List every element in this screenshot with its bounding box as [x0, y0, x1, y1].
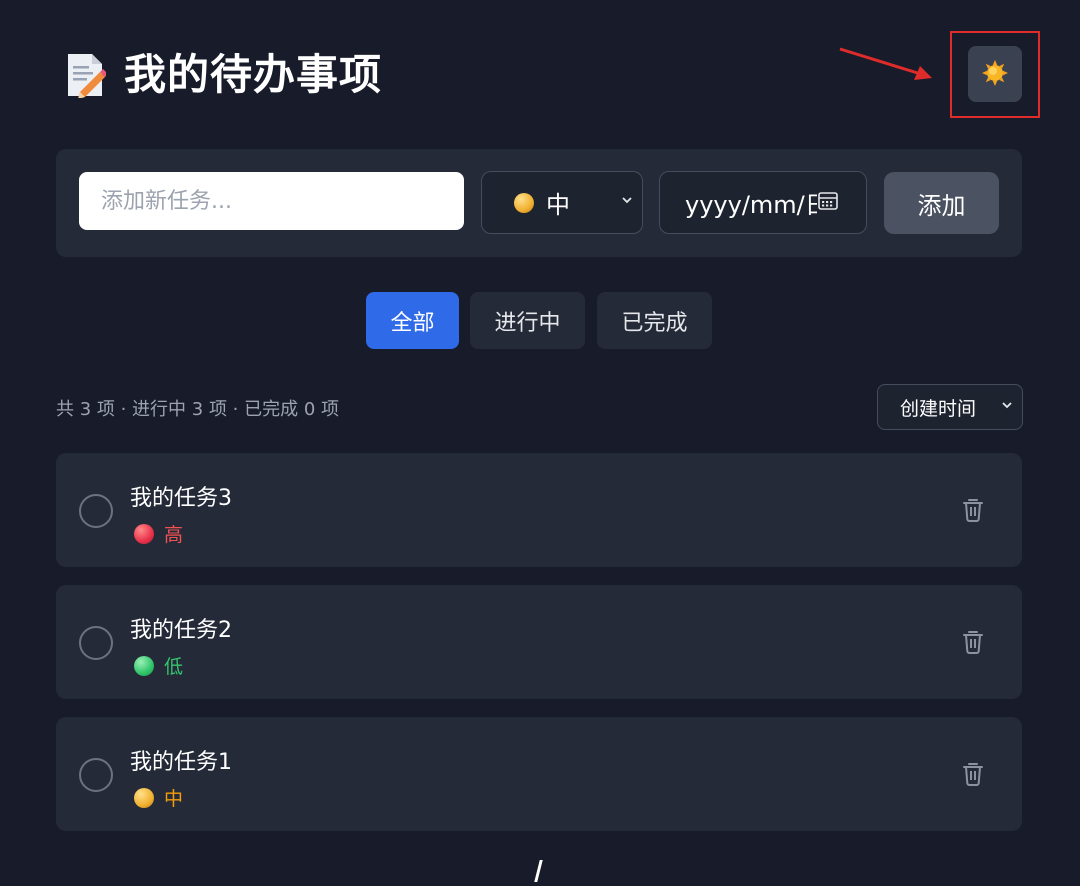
task-summary: 共 3 项 · 进行中 3 项 · 已完成 0 项: [56, 399, 340, 420]
task-priority: 低: [134, 652, 183, 679]
task-priority: 高: [134, 520, 183, 547]
task-item: 我的任务1 中: [56, 717, 1022, 831]
task-name: 我的任务2: [130, 618, 232, 643]
date-placeholder: yyyy/mm/日: [685, 191, 817, 219]
calendar-icon[interactable]: [817, 190, 839, 216]
task-priority-label: 中: [164, 788, 184, 810]
filter-tab-completed[interactable]: 已完成: [597, 292, 712, 349]
new-task-input[interactable]: [79, 172, 464, 230]
medium-priority-dot-icon: [514, 192, 534, 213]
task-priority-label: 高: [164, 524, 184, 546]
trash-icon[interactable]: [961, 497, 985, 527]
task-item: 我的任务3 高: [56, 453, 1022, 567]
task-priority: 中: [134, 784, 183, 811]
filter-tab-all[interactable]: 全部: [366, 292, 459, 349]
chevron-down-icon: [620, 192, 634, 211]
chevron-down-icon: [1000, 398, 1014, 416]
memo-icon: [66, 52, 108, 99]
task-complete-checkbox[interactable]: [79, 494, 113, 528]
due-date-input[interactable]: yyyy/mm/日: [659, 171, 867, 234]
task-complete-checkbox[interactable]: [79, 758, 113, 792]
add-task-button[interactable]: 添加: [884, 172, 999, 234]
low-priority-dot-icon: [134, 655, 154, 676]
medium-priority-dot-icon: [134, 787, 154, 808]
task-name: 我的任务3: [130, 486, 232, 511]
annotation-highlight-box: [950, 31, 1040, 118]
trash-icon[interactable]: [961, 629, 985, 659]
task-name: 我的任务1: [130, 750, 232, 775]
filter-tab-active[interactable]: 进行中: [470, 292, 585, 349]
annotation-arrow: [839, 47, 932, 80]
text-cursor-icon: [534, 860, 543, 882]
todo-app: 我的待办事项 添加新任务... 中 yyyy/mm/日 添加 全部 进行中 已完…: [0, 0, 1080, 886]
page-title: 我的待办事项: [124, 50, 383, 99]
header: 我的待办事项: [66, 50, 382, 100]
priority-select-value: 中: [546, 191, 570, 219]
high-priority-dot-icon: [134, 523, 154, 544]
sort-select-value: 创建时间: [900, 397, 977, 420]
trash-icon[interactable]: [961, 761, 985, 791]
priority-select[interactable]: 中: [481, 171, 643, 234]
sort-select[interactable]: 创建时间: [877, 384, 1023, 430]
task-priority-label: 低: [164, 656, 184, 678]
task-item: 我的任务2 低: [56, 585, 1022, 699]
task-complete-checkbox[interactable]: [79, 626, 113, 660]
